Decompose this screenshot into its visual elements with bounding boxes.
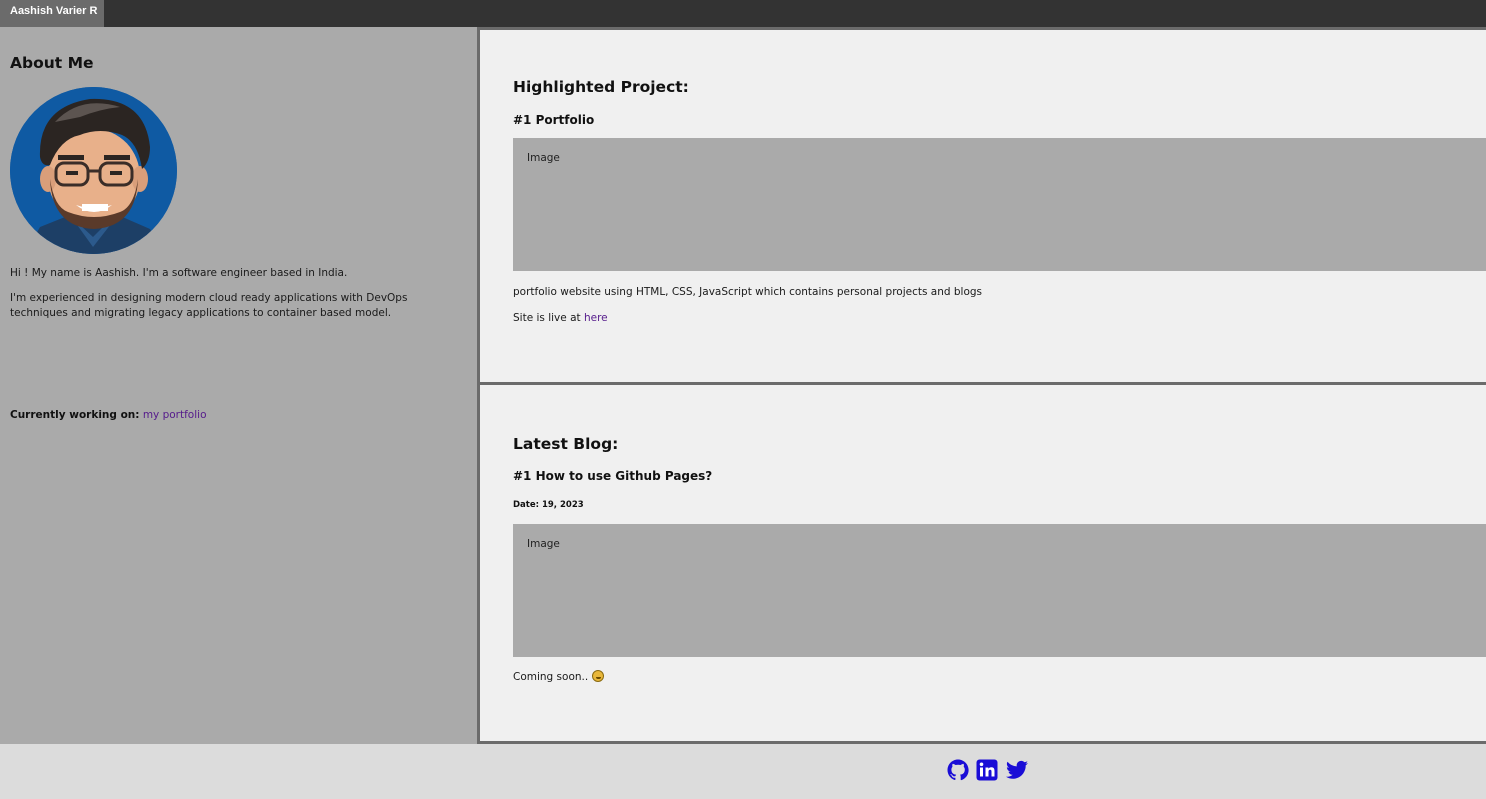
project-title: #1 Portfolio <box>513 113 595 127</box>
latest-blog-card: Latest Blog: #1 How to use Github Pages?… <box>477 382 1486 744</box>
linkedin-link[interactable] <box>975 758 999 782</box>
currently-working-label: Currently working on: <box>10 409 140 421</box>
blog-text: Coming soon.. <box>513 671 589 683</box>
github-icon <box>947 759 969 781</box>
twitter-icon <box>1006 760 1028 779</box>
project-live-line: Site is live at here <box>513 312 608 324</box>
project-live-link[interactable]: here <box>584 312 608 324</box>
linkedin-icon <box>976 759 998 781</box>
project-live-prefix: Site is live at <box>513 312 581 324</box>
currently-working: Currently working on: my portfolio <box>10 409 207 421</box>
highlighted-project-card: Highlighted Project: #1 Portfolio Image … <box>477 27 1486 383</box>
twitter-link[interactable] <box>1005 758 1029 782</box>
project-description: portfolio website using HTML, CSS, JavaS… <box>513 286 983 298</box>
blog-image-label: Image <box>527 538 560 550</box>
about-title: About Me <box>10 54 94 72</box>
top-navbar: Aashish Varier R <box>0 0 1486 27</box>
bio-intro: Hi ! My name is Aashish. I'm a software … <box>10 267 348 279</box>
bio-experience: I'm experienced in designing modern clou… <box>10 292 408 319</box>
github-link[interactable] <box>946 758 970 782</box>
blog-date: Date: 19, 2023 <box>513 500 584 510</box>
about-sidebar: About Me Hi ! My name is Aashish. I'm a … <box>0 27 477 744</box>
brand-link[interactable]: Aashish Varier R <box>0 0 104 27</box>
blog-heading: Latest Blog: <box>513 435 619 453</box>
grinning-emoji-icon <box>591 670 604 682</box>
portfolio-link[interactable]: my portfolio <box>143 409 207 421</box>
project-image-placeholder: Image <box>513 138 1486 271</box>
project-image-label: Image <box>527 152 560 164</box>
project-heading: Highlighted Project: <box>513 78 689 96</box>
blog-title: #1 How to use Github Pages? <box>513 469 713 483</box>
blog-image-placeholder: Image <box>513 524 1486 657</box>
footer <box>0 744 1486 799</box>
avatar <box>10 87 177 254</box>
avatar-illustration <box>10 87 177 254</box>
blog-coming-soon: Coming soon.. <box>513 670 604 683</box>
